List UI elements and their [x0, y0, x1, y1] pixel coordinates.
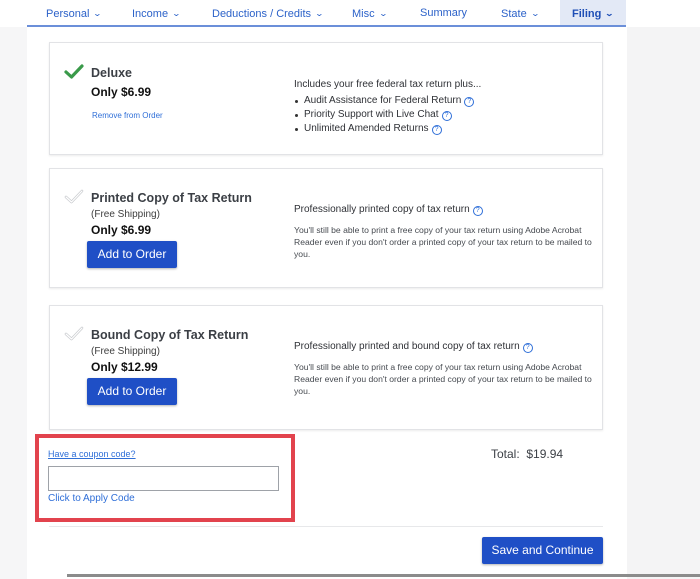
- coupon-code-input[interactable]: [48, 466, 279, 491]
- product-card-bound-copy: Bound Copy of Tax Return (Free Shipping)…: [49, 305, 603, 430]
- description-body: You'll still be able to print a free cop…: [294, 225, 592, 259]
- product-price: Only $6.99: [91, 85, 152, 99]
- coupon-code-link[interactable]: Have a coupon code?: [48, 449, 136, 459]
- total-value: $19.94: [526, 447, 564, 461]
- divider: [49, 526, 603, 527]
- nav-tab-label: Filing: [572, 8, 602, 20]
- description-body: You'll still be able to print a free cop…: [294, 362, 592, 396]
- shipping-note: (Free Shipping): [91, 209, 160, 220]
- shipping-note: (Free Shipping): [91, 346, 160, 357]
- benefit-list: Audit Assistance for Federal Return? Pri…: [294, 94, 481, 136]
- product-name: Bound Copy of Tax Return: [91, 328, 249, 342]
- description-title-text: Professionally printed copy of tax retur…: [294, 204, 470, 215]
- help-icon[interactable]: ?: [472, 206, 483, 216]
- product-description: Professionally printed copy of tax retur…: [294, 204, 594, 260]
- check-icon: [64, 64, 84, 85]
- help-icon[interactable]: ?: [441, 111, 452, 121]
- benefit-text: Priority Support with Live Chat: [304, 109, 439, 120]
- chevron-down-icon: ⌄: [171, 9, 182, 18]
- save-and-continue-button[interactable]: Save and Continue: [482, 537, 603, 564]
- benefit-text: Unlimited Amended Returns: [304, 123, 429, 134]
- chevron-down-icon: ⌄: [314, 9, 325, 18]
- product-name: Printed Copy of Tax Return: [91, 191, 252, 205]
- nav-tab-label: Summary: [420, 7, 468, 19]
- nav-tab-misc[interactable]: Misc ⌄: [352, 0, 388, 25]
- nav-tab-state[interactable]: State ⌄: [501, 0, 540, 25]
- left-gutter: [0, 0, 27, 579]
- nav-tab-label: State: [501, 8, 527, 20]
- help-icon[interactable]: ?: [522, 343, 533, 353]
- benefit-text: Audit Assistance for Federal Return: [304, 95, 462, 106]
- description-title-text: Professionally printed and bound copy of…: [294, 341, 520, 352]
- right-gutter: [627, 27, 700, 579]
- help-icon[interactable]: ?: [464, 97, 475, 107]
- nav-tab-label: Personal: [46, 8, 90, 20]
- product-card-printed-copy: Printed Copy of Tax Return (Free Shippin…: [49, 168, 603, 288]
- benefit-item: Unlimited Amended Returns?: [294, 122, 481, 136]
- unchecked-icon[interactable]: [64, 189, 84, 210]
- chevron-down-icon: ⌄: [93, 9, 103, 18]
- order-total: Total: $19.94: [491, 447, 563, 461]
- product-price: Only $12.99: [91, 360, 158, 374]
- help-icon[interactable]: ?: [431, 125, 442, 135]
- nav-underline: [27, 25, 626, 27]
- nav-tab-label: Income: [132, 8, 169, 20]
- nav-tab-personal[interactable]: Personal ⌄: [46, 0, 103, 25]
- chevron-down-icon: ⌄: [604, 9, 615, 18]
- nav-tab-label: Misc: [352, 8, 375, 20]
- apply-code-link[interactable]: Click to Apply Code: [48, 493, 135, 504]
- remove-from-order-link[interactable]: Remove from Order: [92, 111, 163, 120]
- benefit-item: Priority Support with Live Chat?: [294, 108, 481, 122]
- nav-tab-income[interactable]: Income ⌄: [132, 0, 182, 25]
- description-title: Includes your free federal tax return pl…: [294, 79, 482, 90]
- total-label: Total:: [491, 447, 520, 461]
- description-title: Professionally printed copy of tax retur…: [294, 204, 594, 216]
- page: Personal ⌄ Income ⌄ Deductions / Credits ⌄ …: [0, 0, 700, 579]
- add-to-order-button[interactable]: Add to Order: [87, 378, 177, 405]
- horizontal-scrollbar[interactable]: [67, 574, 700, 577]
- top-nav: Personal ⌄ Income ⌄ Deductions / Credits ⌄ …: [0, 0, 700, 27]
- product-price: Only $6.99: [91, 223, 152, 237]
- product-description: Professionally printed and bound copy of…: [294, 341, 594, 397]
- product-card-deluxe: Deluxe Only $6.99 Remove from Order Incl…: [49, 42, 603, 155]
- benefit-item: Audit Assistance for Federal Return?: [294, 94, 481, 108]
- product-name: Deluxe: [91, 66, 132, 80]
- nav-tab-deductions-credits[interactable]: Deductions / Credits ⌄: [212, 0, 325, 25]
- chevron-down-icon: ⌄: [378, 9, 388, 18]
- add-to-order-button[interactable]: Add to Order: [87, 241, 177, 268]
- chevron-down-icon: ⌄: [530, 9, 540, 18]
- unchecked-icon[interactable]: [64, 326, 84, 347]
- nav-tab-filing[interactable]: Filing ⌄: [560, 0, 626, 25]
- product-description: Includes your free federal tax return pl…: [294, 79, 481, 136]
- nav-tab-label: Deductions / Credits: [212, 8, 312, 20]
- description-title: Professionally printed and bound copy of…: [294, 341, 594, 353]
- nav-tab-summary[interactable]: Summary: [420, 0, 467, 25]
